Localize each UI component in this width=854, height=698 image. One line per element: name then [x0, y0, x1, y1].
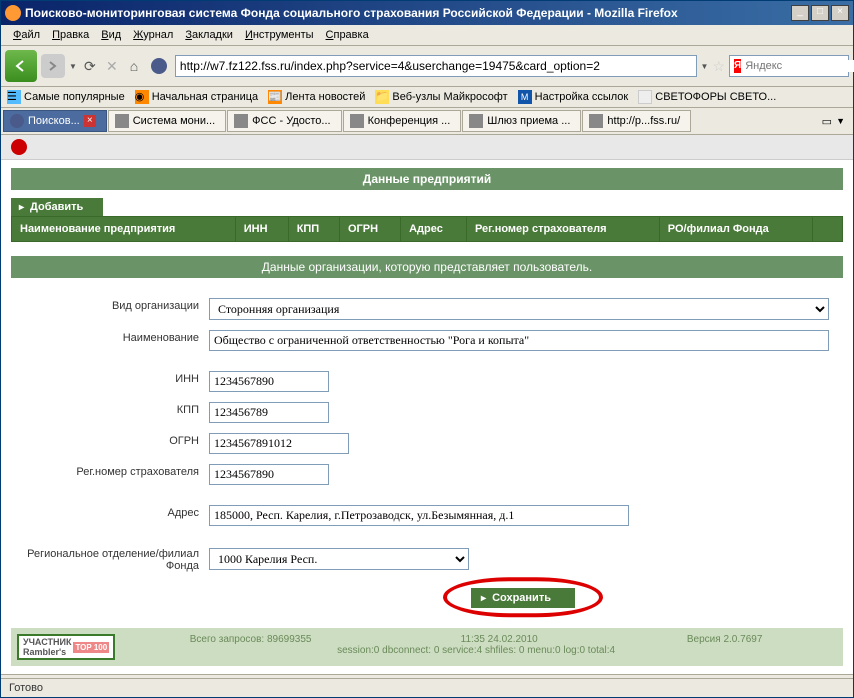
window-title: Поисково-мониторинговая система Фонда со… — [25, 6, 791, 20]
tab-5[interactable]: http://p...fss.ru/ — [582, 110, 691, 132]
favorite-icon[interactable]: ☆ — [712, 58, 725, 75]
bookmark-links[interactable]: MНастройка ссылок — [518, 90, 629, 104]
footer-datetime: 11:35 24.02.2010 — [461, 634, 538, 645]
label-regional: Региональное отделение/филиал Фонда — [13, 542, 203, 576]
regional-select[interactable]: 1000 Карелия Респ. — [209, 548, 469, 570]
addr-input[interactable] — [209, 505, 629, 526]
reg-input[interactable] — [209, 464, 329, 485]
reload-icon[interactable]: ⟳ — [81, 57, 99, 75]
menu-view[interactable]: Вид — [95, 27, 127, 43]
new-tab-icon[interactable]: ▭ — [822, 115, 832, 128]
col-empty — [813, 217, 843, 242]
menu-edit[interactable]: Правка — [46, 27, 95, 43]
label-addr: Адрес — [13, 501, 203, 530]
col-ro[interactable]: РО/филиал Фонда — [659, 217, 812, 242]
site-icon — [151, 58, 167, 74]
footer-session: session:0 dbconnect: 0 service:4 shfiles… — [115, 645, 837, 656]
footer-requests: Всего запросов: 89699355 — [190, 634, 312, 645]
enterprises-header: Данные предприятий — [11, 168, 843, 190]
footer-version: Версия 2.0.7697 — [687, 634, 763, 645]
col-kpp[interactable]: КПП — [288, 217, 339, 242]
tab-close-icon[interactable]: × — [84, 115, 96, 127]
menu-tools[interactable]: Инструменты — [239, 27, 320, 43]
status-text: Готово — [9, 682, 43, 694]
label-reg: Рег.номер страхователя — [13, 460, 203, 489]
tab-bar: Поисков...× Система мони... ФСС - Удосто… — [1, 108, 853, 135]
org-type-select[interactable]: Сторонняя организация — [209, 298, 829, 320]
label-kpp: КПП — [13, 398, 203, 427]
tab-1[interactable]: Система мони... — [108, 110, 226, 132]
tab-2[interactable]: ФСС - Удосто... — [227, 110, 341, 132]
forward-button[interactable] — [41, 54, 65, 78]
page-content: Данные предприятий Добавить Наименование… — [1, 135, 853, 666]
bookmark-ms[interactable]: 📁Веб-узлы Майкрософт — [375, 90, 507, 104]
page-toolbar — [1, 135, 853, 160]
org-header: Данные организации, которую представляет… — [11, 256, 843, 278]
add-button[interactable]: Добавить — [11, 198, 103, 216]
label-org-type: Вид организации — [13, 294, 203, 324]
label-ogrn: ОГРН — [13, 429, 203, 458]
enterprises-table: Наименование предприятия ИНН КПП ОГРН Ад… — [11, 216, 843, 242]
firefox-icon — [5, 5, 21, 21]
bookmark-popular[interactable]: ☰Самые популярные — [7, 90, 125, 104]
col-addr[interactable]: Адрес — [401, 217, 467, 242]
menu-help[interactable]: Справка — [320, 27, 375, 43]
stop-page-icon[interactable] — [11, 139, 27, 155]
menu-bookmarks[interactable]: Закладки — [179, 27, 239, 43]
yandex-icon: Я — [734, 59, 741, 73]
bookmark-home[interactable]: ◉Начальная страница — [135, 90, 258, 104]
page-footer: УЧАСТНИКRambler's TOP 100 Всего запросов… — [11, 628, 843, 666]
bookmark-news[interactable]: 📰Лента новостей — [268, 90, 365, 104]
ogrn-input[interactable] — [209, 433, 349, 454]
rambler-badge[interactable]: УЧАСТНИКRambler's TOP 100 — [17, 634, 115, 660]
col-name[interactable]: Наименование предприятия — [12, 217, 236, 242]
menu-history[interactable]: Журнал — [127, 27, 179, 43]
search-input[interactable] — [745, 60, 854, 72]
url-dropdown-icon[interactable]: ▼ — [701, 62, 709, 71]
inn-input[interactable] — [209, 371, 329, 392]
window-titlebar: Поисково-мониторинговая система Фонда со… — [1, 1, 853, 25]
kpp-input[interactable] — [209, 402, 329, 423]
save-button[interactable]: Сохранить — [471, 588, 575, 608]
nav-toolbar: ▼ ⟳ ✕ ⌂ ▼ ☆ Я — [1, 46, 853, 87]
name-input[interactable] — [209, 330, 829, 351]
maximize-button[interactable]: □ — [811, 5, 829, 21]
menu-file[interactable]: Файл — [7, 27, 46, 43]
dropdown-icon[interactable]: ▼ — [69, 62, 77, 71]
tab-3[interactable]: Конференция ... — [343, 110, 462, 132]
col-reg[interactable]: Рег.номер страхователя — [466, 217, 659, 242]
tab-list-icon[interactable]: ▼ — [836, 116, 845, 126]
stop-icon[interactable]: ✕ — [103, 57, 121, 75]
url-input[interactable] — [175, 55, 697, 77]
close-button[interactable]: × — [831, 5, 849, 21]
bookmark-traffic[interactable]: СВЕТОФОРЫ СВЕТО... — [638, 90, 776, 104]
search-box[interactable]: Я — [729, 55, 849, 77]
col-inn[interactable]: ИНН — [235, 217, 288, 242]
home-icon[interactable]: ⌂ — [125, 57, 143, 75]
label-inn: ИНН — [13, 367, 203, 396]
back-button[interactable] — [5, 50, 37, 82]
label-name: Наименование — [13, 326, 203, 355]
bookmarks-bar: ☰Самые популярные ◉Начальная страница 📰Л… — [1, 87, 853, 108]
tab-4[interactable]: Шлюз приема ... — [462, 110, 581, 132]
minimize-button[interactable]: _ — [791, 5, 809, 21]
col-ogrn[interactable]: ОГРН — [340, 217, 401, 242]
tab-0[interactable]: Поисков...× — [3, 110, 107, 132]
org-form: Вид организации Сторонняя организация На… — [11, 292, 843, 620]
menubar: Файл Правка Вид Журнал Закладки Инструме… — [1, 25, 853, 46]
